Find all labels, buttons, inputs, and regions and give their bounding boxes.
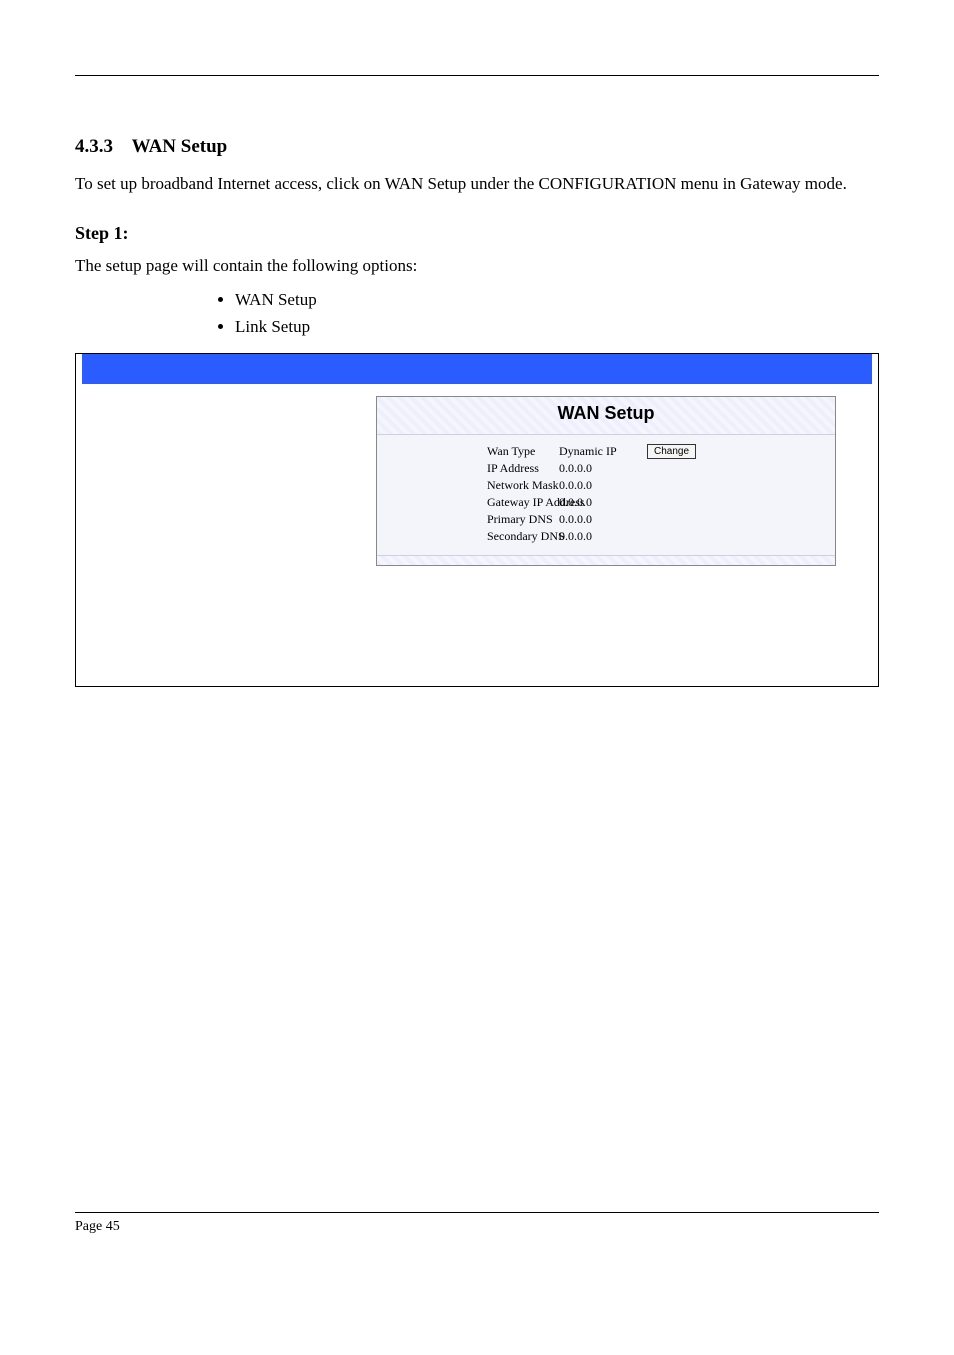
page-number: Page 45 <box>75 1219 120 1235</box>
screenshot-panel: WAN Setup Wan Type Dynamic IP Change IP … <box>75 353 879 687</box>
table-row: Network Mask 0.0.0.0 <box>377 477 835 494</box>
change-button[interactable]: Change <box>647 444 696 459</box>
section-number: 4.3.3 <box>75 136 113 157</box>
field-value: 0.0.0.0 <box>527 478 647 493</box>
field-label: Secondary DNS <box>377 529 527 544</box>
list-item: WAN Setup <box>235 286 879 313</box>
section-title: WAN Setup <box>132 136 228 157</box>
title-bar <box>82 354 872 384</box>
table-row: Gateway IP Address 0.0.0.0 <box>377 494 835 511</box>
field-label: Wan Type <box>377 444 527 459</box>
field-value: 0.0.0.0 <box>527 495 647 510</box>
field-value: 0.0.0.0 <box>527 529 647 544</box>
table-row: Wan Type Dynamic IP Change <box>377 443 835 460</box>
list-item: Link Setup <box>235 313 879 340</box>
field-label: Gateway IP Address <box>377 495 527 510</box>
option-list: WAN Setup Link Setup <box>235 286 879 340</box>
wan-setup-title: WAN Setup <box>377 397 835 435</box>
field-value: 0.0.0.0 <box>527 461 647 476</box>
section-heading: 4.3.3 WAN Setup <box>75 136 879 158</box>
table-row: Secondary DNS 0.0.0.0 <box>377 528 835 545</box>
field-value: Dynamic IP <box>527 444 647 459</box>
table-row: Primary DNS 0.0.0.0 <box>377 511 835 528</box>
table-row: IP Address 0.0.0.0 <box>377 460 835 477</box>
field-label: Network Mask <box>377 478 527 493</box>
wan-setup-box: WAN Setup Wan Type Dynamic IP Change IP … <box>376 396 836 566</box>
field-label: Primary DNS <box>377 512 527 527</box>
intro-paragraph: To set up broadband Internet access, cli… <box>75 172 879 197</box>
step-label: Step 1: <box>75 223 879 244</box>
field-value: 0.0.0.0 <box>527 512 647 527</box>
field-label: IP Address <box>377 461 527 476</box>
page-footer: Page 45 <box>75 1212 879 1235</box>
wan-setup-footer-stripe <box>377 555 835 565</box>
wan-setup-body: Wan Type Dynamic IP Change IP Address 0.… <box>377 435 835 555</box>
step-description: The setup page will contain the followin… <box>75 254 879 279</box>
